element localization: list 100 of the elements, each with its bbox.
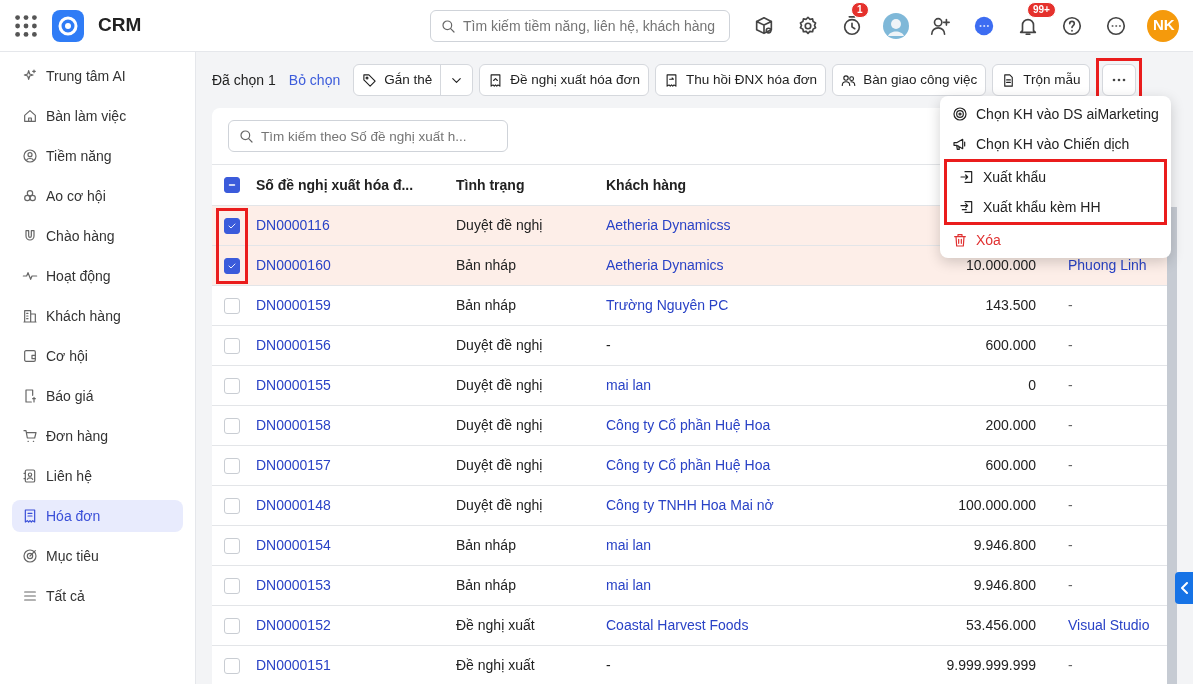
sidebar-item[interactable]: Liên hệ <box>12 460 183 492</box>
tag-split-button[interactable]: Gắn thẻ <box>353 64 474 96</box>
target-ring-icon <box>952 106 968 122</box>
status-text: Duyệt đề nghị <box>456 377 543 393</box>
settings-icon <box>797 14 819 37</box>
amount-text: 53.456.000 <box>965 617 1036 633</box>
customer-link[interactable]: mai lan <box>606 377 652 393</box>
timer-icon <box>841 14 863 37</box>
sidebar-item[interactable]: Báo giá <box>12 380 183 412</box>
export-icon <box>959 169 975 185</box>
toolbar-button[interactable]: Thu hồi ĐNX hóa đơn <box>654 64 827 96</box>
amount-text: 9.999.999.999 <box>946 657 1036 674</box>
more-icon <box>1111 78 1126 82</box>
search-icon <box>440 17 456 34</box>
record-link[interactable]: DN0000151 <box>256 657 331 674</box>
cart-icon <box>22 428 38 444</box>
sidebar-item[interactable]: Khách hàng <box>12 300 183 332</box>
amount-text: 9.946.800 <box>973 537 1036 553</box>
customer-link[interactable]: Công ty Cổ phần Huệ Hoa <box>606 457 771 473</box>
amount-text: 100.000.000 <box>958 497 1036 513</box>
record-link[interactable]: DN0000148 <box>256 497 331 513</box>
empty-value: - <box>1068 297 1073 313</box>
customer-link[interactable]: mai lan <box>606 577 652 593</box>
column-header: Tình trạng <box>456 176 525 193</box>
menu-item[interactable]: Xóa <box>940 225 1171 255</box>
status-text: Duyệt đề nghị <box>456 457 543 473</box>
scrollbar[interactable] <box>1167 207 1177 684</box>
record-link[interactable]: DN0000160 <box>256 257 331 273</box>
receipt-icon <box>22 508 38 524</box>
sidebar-item[interactable]: Trung tâm AI <box>12 60 183 92</box>
record-link[interactable]: DN0000156 <box>256 337 331 353</box>
status-text: Bản nháp <box>456 577 516 593</box>
sidebar-item[interactable]: Ao cơ hội <box>12 180 183 212</box>
empty-value: - <box>1068 377 1073 393</box>
sidebar-item[interactable]: Cơ hội <box>12 340 183 372</box>
select-all-checkbox[interactable] <box>224 177 240 193</box>
collapse-panel-button[interactable] <box>1175 572 1193 604</box>
customer-link[interactable]: Trường Nguyên PC <box>606 297 729 313</box>
record-link[interactable]: DN0000155 <box>256 377 331 393</box>
amount-text: 9.946.800 <box>973 577 1036 593</box>
record-link[interactable]: DN0000153 <box>256 577 331 593</box>
sidebar-item[interactable]: Đơn hàng <box>12 420 183 452</box>
sidebar-item[interactable]: Tiềm năng <box>12 140 183 172</box>
amount-text: 10.000.000 <box>965 257 1036 273</box>
help-icon <box>1061 14 1083 37</box>
status-text: Bản nháp <box>456 537 516 553</box>
customer-link[interactable]: Công ty TNHH Hoa Mai nở <box>606 497 774 513</box>
record-link[interactable]: DN0000159 <box>256 297 331 313</box>
tag-button[interactable]: Gắn thẻ <box>354 65 441 95</box>
customer-link[interactable]: Công ty Cổ phần Huệ Hoa <box>606 417 771 433</box>
tag-icon <box>362 72 378 88</box>
row-checkbox[interactable] <box>224 257 240 274</box>
customer-text: - <box>606 337 611 353</box>
clear-selection-link[interactable]: Bỏ chọn <box>288 69 341 91</box>
empty-value: - <box>1068 577 1073 593</box>
sidebar-item[interactable]: Chào hàng <box>12 220 183 252</box>
amount-text: 600.000 <box>985 457 1036 473</box>
more-button[interactable] <box>1101 64 1136 96</box>
status-text: Đề nghị xuất <box>456 617 535 633</box>
sidebar-item[interactable]: Bàn làm việc <box>12 100 183 132</box>
menu-item[interactable]: Xuất khẩu kèm HH <box>947 192 1164 222</box>
toolbar-button[interactable]: Đề nghị xuất hóa đơn <box>479 64 649 96</box>
record-link[interactable]: DN0000116 <box>256 217 330 233</box>
column-header: Số đề nghị xuất hóa đ... <box>256 176 414 193</box>
search-field[interactable]: Tìm kiếm tiềm năng, liên hệ, khách hàng <box>430 9 730 42</box>
empty-value: - <box>1068 657 1073 674</box>
app-logo-icon <box>52 9 84 42</box>
amount-text: 600.000 <box>985 337 1036 353</box>
sidebar-item[interactable]: Hoạt động <box>12 260 183 292</box>
target-icon <box>22 548 38 564</box>
customer-link[interactable]: Aetheria Dynamicss <box>606 217 731 233</box>
notification-badge: 99+ <box>1027 1 1056 18</box>
toolbar-button[interactable]: Bàn giao công việc <box>832 64 987 96</box>
menu-item[interactable]: Xuất khẩu <box>947 162 1164 192</box>
magnet-icon <box>22 228 38 244</box>
circles-icon <box>22 188 38 204</box>
record-link[interactable]: DN0000158 <box>256 417 331 433</box>
sidebar-item[interactable]: Hóa đơn <box>12 500 183 532</box>
sidebar-item[interactable]: Mục tiêu <box>12 540 183 572</box>
search-icon <box>238 128 254 144</box>
customer-link[interactable]: mai lan <box>606 537 652 553</box>
empty-value: - <box>1068 497 1073 513</box>
sidebar-item[interactable]: Tất cả <box>12 580 183 612</box>
record-link[interactable]: DN0000157 <box>256 457 331 473</box>
status-text: Bản nháp <box>456 297 516 313</box>
record-link[interactable]: DN0000152 <box>256 617 331 633</box>
menu-item[interactable]: Chọn KH vào Chiến dịch <box>940 129 1171 159</box>
assignee-link[interactable]: Visual Studio <box>1068 617 1150 633</box>
trash-icon <box>952 232 968 248</box>
customer-link[interactable]: Aetheria Dynamics <box>606 257 724 273</box>
customer-link[interactable]: Coastal Harvest Foods <box>606 617 749 633</box>
row-checkbox[interactable] <box>224 217 240 234</box>
selection-count: Đã chọn 1 <box>212 70 276 90</box>
menu-item[interactable]: Chọn KH vào DS aiMarketing <box>940 99 1171 129</box>
notification-badge: 1 <box>851 1 869 18</box>
app-grid-icon[interactable] <box>14 13 38 38</box>
record-link[interactable]: DN0000154 <box>256 537 331 553</box>
receipt-arrow-icon <box>488 72 504 88</box>
toolbar-button[interactable]: Trộn mẫu <box>992 64 1090 96</box>
search-field[interactable]: Tìm kiếm theo Số đề nghị xuất h... <box>228 120 508 152</box>
